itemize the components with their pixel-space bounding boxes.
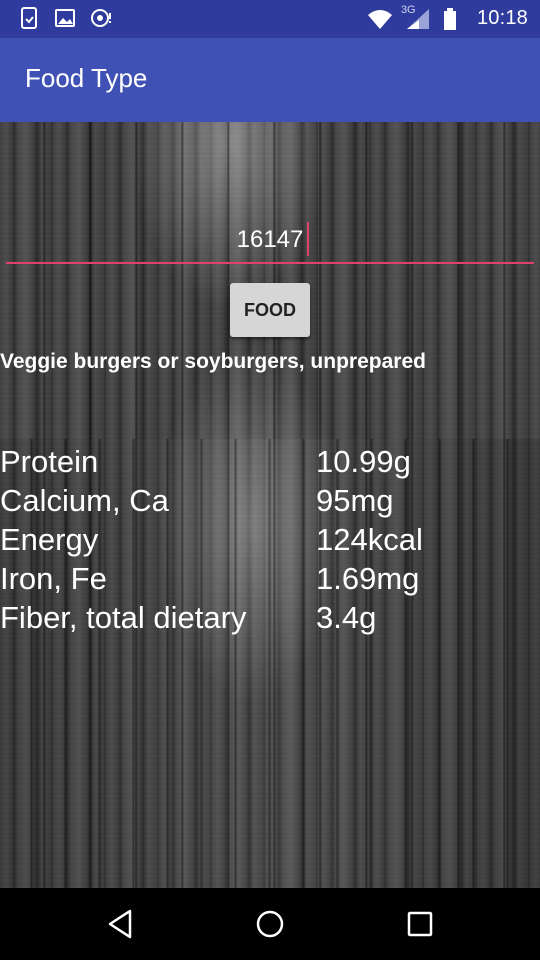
nutrient-value: 124kcal bbox=[316, 522, 423, 557]
nutrient-value: 10.99g bbox=[316, 444, 411, 479]
screen: 3G 10:18 Food Type FOOD Veggie burgers o… bbox=[0, 0, 540, 960]
nutrient-name: Energy bbox=[0, 522, 99, 557]
nutrient-value: 95mg bbox=[316, 483, 394, 518]
image-icon bbox=[54, 7, 76, 29]
nutrient-row: Iron, Fe 1.69mg bbox=[0, 561, 540, 600]
status-bar: 3G 10:18 bbox=[0, 0, 540, 38]
nutrient-value: 3.4g bbox=[316, 600, 377, 635]
wifi-icon bbox=[367, 8, 392, 30]
nutrient-row: Energy 124kcal bbox=[0, 522, 540, 561]
nutrient-name: Calcium, Ca bbox=[0, 483, 169, 518]
nutrient-row: Protein 10.99g bbox=[0, 444, 540, 483]
navigation-bar bbox=[0, 888, 540, 960]
nutrient-row: Calcium, Ca 95mg bbox=[0, 483, 540, 522]
debug-icon bbox=[90, 7, 112, 29]
home-icon[interactable] bbox=[252, 906, 288, 942]
food-button[interactable]: FOOD bbox=[230, 283, 310, 337]
status-clock: 10:18 bbox=[476, 7, 528, 29]
nutrient-list: Protein 10.99g Calcium, Ca 95mg Energy 1… bbox=[0, 444, 540, 639]
nutrient-value: 1.69mg bbox=[316, 561, 420, 596]
nutrient-row: Fiber, total dietary 3.4g bbox=[0, 600, 540, 639]
nutrient-name: Protein bbox=[0, 444, 99, 479]
battery-icon bbox=[443, 7, 465, 30]
app-title: Food Type bbox=[25, 63, 148, 93]
content-area: FOOD Veggie burgers or soyburgers, unpre… bbox=[0, 122, 540, 888]
food-id-input[interactable] bbox=[6, 218, 534, 264]
signal-icon: 3G bbox=[401, 4, 431, 30]
recents-icon[interactable] bbox=[402, 906, 438, 942]
back-icon[interactable] bbox=[102, 906, 138, 942]
phone-sim-icon bbox=[18, 7, 40, 29]
text-cursor bbox=[307, 222, 309, 256]
nutrient-name: Fiber, total dietary bbox=[0, 600, 247, 635]
nutrient-name: Iron, Fe bbox=[0, 561, 107, 596]
app-bar: Food Type bbox=[0, 38, 540, 122]
food-name: Veggie burgers or soyburgers, unprepared bbox=[0, 350, 426, 373]
